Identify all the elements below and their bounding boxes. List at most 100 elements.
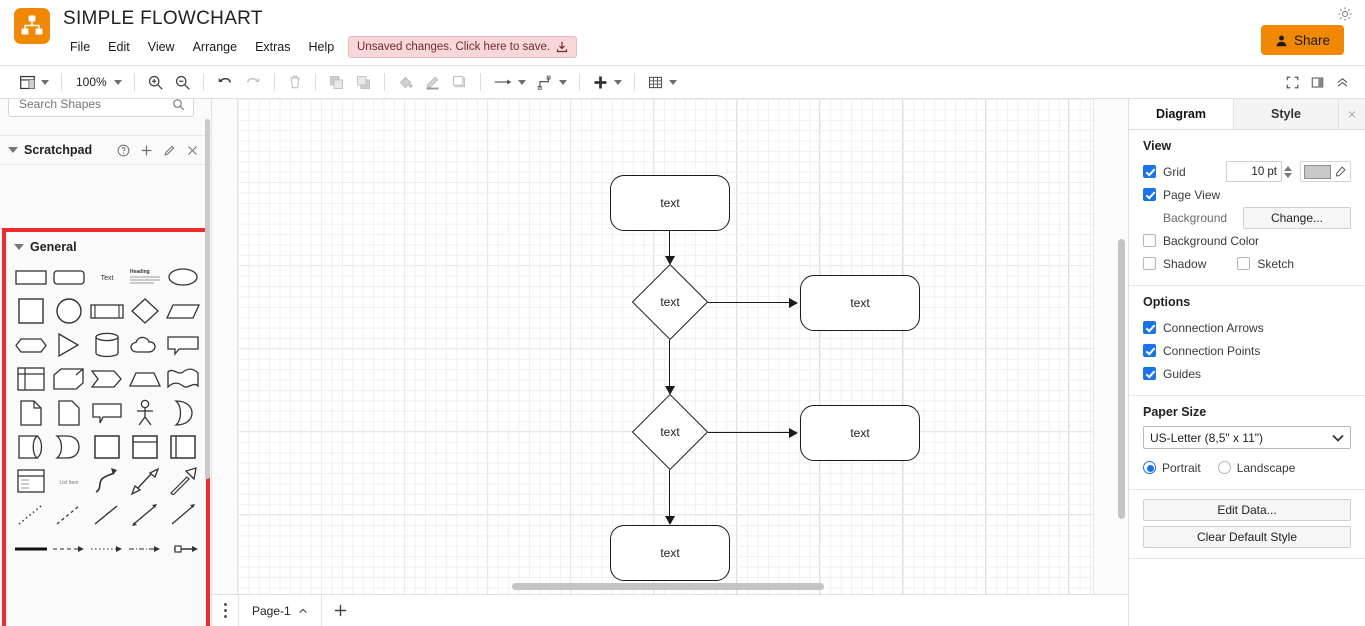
- general-section-header[interactable]: General: [6, 234, 77, 260]
- shape-dotted-line[interactable]: [12, 498, 50, 532]
- shape-data-storage[interactable]: [12, 430, 50, 464]
- shape-square[interactable]: [12, 294, 50, 328]
- connection-arrows-checkbox[interactable]: [1143, 321, 1156, 334]
- shape-internal-storage[interactable]: [12, 362, 50, 396]
- grid-checkbox[interactable]: [1143, 165, 1156, 178]
- insert-button[interactable]: [587, 69, 627, 95]
- zoom-in-button[interactable]: [142, 69, 169, 95]
- sketch-checkbox[interactable]: [1237, 257, 1251, 270]
- shape-list-item[interactable]: List Item: [50, 464, 88, 498]
- menu-extras[interactable]: Extras: [246, 37, 299, 57]
- flowchart-node-n5[interactable]: text: [800, 405, 920, 461]
- grid-color-picker[interactable]: [1300, 161, 1351, 182]
- shape-rectangle[interactable]: [12, 260, 50, 294]
- view-layout-button[interactable]: [14, 69, 54, 95]
- flowchart-node-n2[interactable]: text: [631, 263, 709, 341]
- canvas-vertical-scrollbar[interactable]: [1118, 239, 1125, 519]
- close-icon[interactable]: ×: [1339, 99, 1365, 129]
- shape-rounded-rectangle[interactable]: [50, 260, 88, 294]
- connection-points-checkbox[interactable]: [1143, 344, 1156, 357]
- edge-n4-n5[interactable]: [708, 432, 790, 434]
- shape-dashed-line[interactable]: [50, 498, 88, 532]
- menu-arrange[interactable]: Arrange: [184, 37, 246, 57]
- chevron-down-icon[interactable]: [8, 147, 18, 153]
- chevron-up-icon[interactable]: [298, 606, 308, 616]
- format-panel-toggle[interactable]: [1305, 69, 1330, 95]
- search-icon[interactable]: [172, 99, 185, 111]
- menu-edit[interactable]: Edit: [99, 37, 139, 57]
- shape-list[interactable]: [12, 464, 50, 498]
- shape-dotted-arrow[interactable]: [88, 532, 126, 566]
- delete-button[interactable]: [282, 69, 308, 95]
- edit-pencil-icon[interactable]: [163, 144, 176, 157]
- shape-document-callout[interactable]: [164, 328, 202, 362]
- eyedropper-icon[interactable]: [1334, 165, 1347, 178]
- shape-text[interactable]: Text: [88, 260, 126, 294]
- scratchpad-header[interactable]: Scratchpad: [0, 135, 211, 165]
- shape-curve-arrow[interactable]: [88, 464, 126, 498]
- flowchart-node-n3[interactable]: text: [800, 275, 920, 331]
- menu-view[interactable]: View: [139, 37, 184, 57]
- shape-dash-dot-arrow[interactable]: [126, 532, 164, 566]
- background-change-button[interactable]: Change...: [1243, 206, 1351, 229]
- to-front-button[interactable]: [323, 69, 350, 95]
- table-button[interactable]: [642, 69, 682, 95]
- connection-style-button[interactable]: [488, 69, 531, 95]
- edge-n2-n4[interactable]: [669, 340, 671, 388]
- shape-hexagon[interactable]: [12, 328, 50, 362]
- add-page-button[interactable]: [322, 603, 360, 618]
- shape-container[interactable]: [88, 430, 126, 464]
- shape-diamond[interactable]: [126, 294, 164, 328]
- shape-single-arrow[interactable]: [164, 464, 202, 498]
- shape-cylinder[interactable]: [88, 328, 126, 362]
- shape-dashed-arrow[interactable]: [50, 532, 88, 566]
- waypoints-button[interactable]: [531, 69, 572, 95]
- share-button[interactable]: Share: [1260, 25, 1344, 55]
- shape-cloud[interactable]: [126, 328, 164, 362]
- page-tab-page-1[interactable]: Page-1: [238, 595, 322, 626]
- menu-file[interactable]: File: [63, 37, 99, 57]
- diagram-canvas[interactable]: text text text text text text: [212, 99, 1128, 594]
- shape-step[interactable]: [88, 362, 126, 396]
- flowchart-node-n6[interactable]: text: [610, 525, 730, 581]
- collapse-toolbar-button[interactable]: [1330, 69, 1355, 95]
- shape-ellipse[interactable]: [164, 260, 202, 294]
- fullscreen-button[interactable]: [1280, 69, 1305, 95]
- shape-horizontal-container[interactable]: [164, 430, 202, 464]
- line-color-button[interactable]: [419, 69, 446, 95]
- shape-process[interactable]: [88, 294, 126, 328]
- edge-n1-n2[interactable]: [669, 231, 671, 258]
- shape-link-arrow[interactable]: [164, 532, 202, 566]
- search-input[interactable]: [17, 99, 172, 112]
- grid-color-swatch[interactable]: [1304, 164, 1331, 179]
- close-icon[interactable]: [186, 144, 199, 157]
- undo-button[interactable]: [211, 69, 239, 95]
- shape-line[interactable]: [88, 498, 126, 532]
- grid-size-input[interactable]: 10 pt: [1226, 161, 1282, 182]
- shape-actor[interactable]: [126, 396, 164, 430]
- shadow-checkbox[interactable]: [1143, 257, 1156, 270]
- shape-bidirectional-arrow[interactable]: [126, 464, 164, 498]
- shape-trapezoid[interactable]: [126, 362, 164, 396]
- clear-default-style-button[interactable]: Clear Default Style: [1143, 526, 1351, 548]
- paper-size-select[interactable]: US-Letter (8,5" x 11"): [1143, 426, 1351, 449]
- shape-tape[interactable]: [164, 362, 202, 396]
- shape-document[interactable]: [12, 396, 50, 430]
- shape-bold-line[interactable]: [12, 532, 50, 566]
- menu-help[interactable]: Help: [300, 37, 344, 57]
- shape-note[interactable]: [50, 396, 88, 430]
- flowchart-node-n4[interactable]: text: [631, 393, 709, 471]
- shape-or[interactable]: [164, 396, 202, 430]
- edge-n4-n6[interactable]: [669, 470, 671, 518]
- shape-parallelogram[interactable]: [164, 294, 202, 328]
- tab-style[interactable]: Style: [1234, 99, 1339, 129]
- sidebar-scrollbar[interactable]: [205, 119, 210, 479]
- portrait-radio[interactable]: [1143, 461, 1156, 474]
- shape-triangle[interactable]: [50, 328, 88, 362]
- fill-color-button[interactable]: [392, 69, 419, 95]
- flowchart-node-n1[interactable]: text: [610, 175, 730, 231]
- zoom-level-button[interactable]: 100%: [69, 69, 127, 95]
- canvas-horizontal-scrollbar[interactable]: [512, 583, 824, 590]
- brightness-sun-icon[interactable]: [1337, 6, 1353, 22]
- edit-data-button[interactable]: Edit Data...: [1143, 499, 1351, 521]
